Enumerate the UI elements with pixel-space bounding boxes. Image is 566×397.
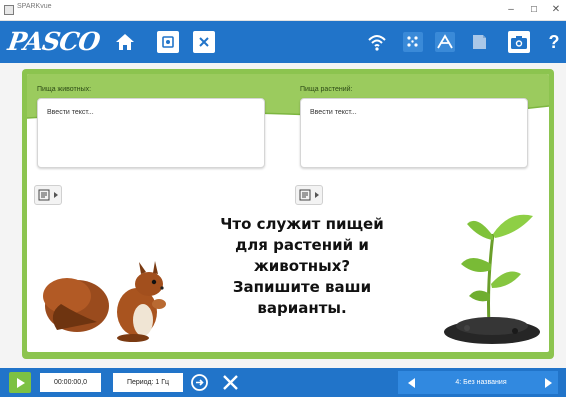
timer-display: 00:00:00,0 — [40, 373, 101, 392]
animals-food-label: Пища животных: — [37, 86, 92, 93]
data-analysis-button[interactable] — [434, 31, 456, 53]
close-window-button[interactable]: ✕ — [549, 3, 563, 16]
workspace-frame: Пища животных: Ввести текст... Пища раст… — [22, 69, 554, 359]
squirrel-image — [43, 261, 166, 342]
app-icon — [4, 5, 14, 15]
page-title[interactable]: 4: Без названия — [428, 371, 534, 394]
plant-image — [444, 214, 540, 344]
sampling-options-icon[interactable] — [190, 373, 209, 392]
home-icon — [116, 34, 134, 50]
plants-food-label: Пища растений: — [300, 86, 353, 93]
journal-snapshot-icon — [473, 35, 486, 49]
window-title-bar: SPARKvue – ☐ ✕ — [0, 0, 566, 21]
window-title: SPARKvue — [17, 3, 52, 10]
dropdown-arrow-icon — [54, 192, 58, 198]
camera-button[interactable] — [508, 31, 530, 53]
close-document-button[interactable] — [193, 31, 215, 53]
close-document-icon — [199, 37, 209, 47]
wireless-sensor-icon — [368, 35, 386, 51]
plants-text-options-button[interactable] — [295, 185, 323, 205]
camera-icon — [511, 36, 527, 49]
question-text: Что служит пищей для растений и животных… — [220, 215, 384, 317]
minimize-button[interactable]: – — [504, 3, 518, 16]
journal-snapshot-button[interactable] — [468, 31, 490, 53]
journal-icon — [162, 36, 174, 48]
play-icon — [17, 378, 25, 388]
help-button[interactable]: ? — [543, 31, 565, 53]
animals-food-textbox[interactable]: Ввести текст... — [37, 98, 265, 168]
main-toolbar: PASCO ? — [0, 21, 566, 63]
experiment-tools-button[interactable] — [402, 31, 424, 53]
home-button[interactable] — [114, 31, 136, 53]
wireless-sensor-button[interactable] — [366, 31, 388, 53]
plants-food-textbox[interactable]: Ввести текст... — [300, 98, 528, 168]
bottom-control-bar: 00:00:00,0 Период: 1 Гц 4: Без названия — [0, 368, 566, 397]
animals-text-options-button[interactable] — [34, 185, 62, 205]
animals-food-placeholder: Ввести текст... — [47, 109, 94, 116]
previous-page-icon[interactable] — [408, 378, 415, 388]
pasco-logo: PASCO — [6, 27, 102, 56]
start-recording-button[interactable] — [9, 372, 31, 393]
journal-button[interactable] — [157, 31, 179, 53]
page-navigator: 4: Без названия — [398, 371, 558, 394]
next-page-icon[interactable] — [545, 378, 552, 388]
plants-food-placeholder: Ввести текст... — [310, 109, 357, 116]
maximize-button[interactable]: ☐ — [527, 3, 541, 16]
help-icon: ? — [548, 31, 560, 52]
text-tool-icon — [38, 189, 50, 201]
journal-page: Пища животных: Ввести текст... Пища раст… — [27, 74, 549, 352]
data-analysis-icon — [435, 32, 455, 52]
tools-icon[interactable] — [221, 373, 240, 392]
experiment-tools-icon — [403, 32, 423, 52]
text-tool-icon — [299, 189, 311, 201]
dropdown-arrow-icon — [315, 192, 319, 198]
sampling-period-field[interactable]: Период: 1 Гц — [113, 373, 183, 392]
